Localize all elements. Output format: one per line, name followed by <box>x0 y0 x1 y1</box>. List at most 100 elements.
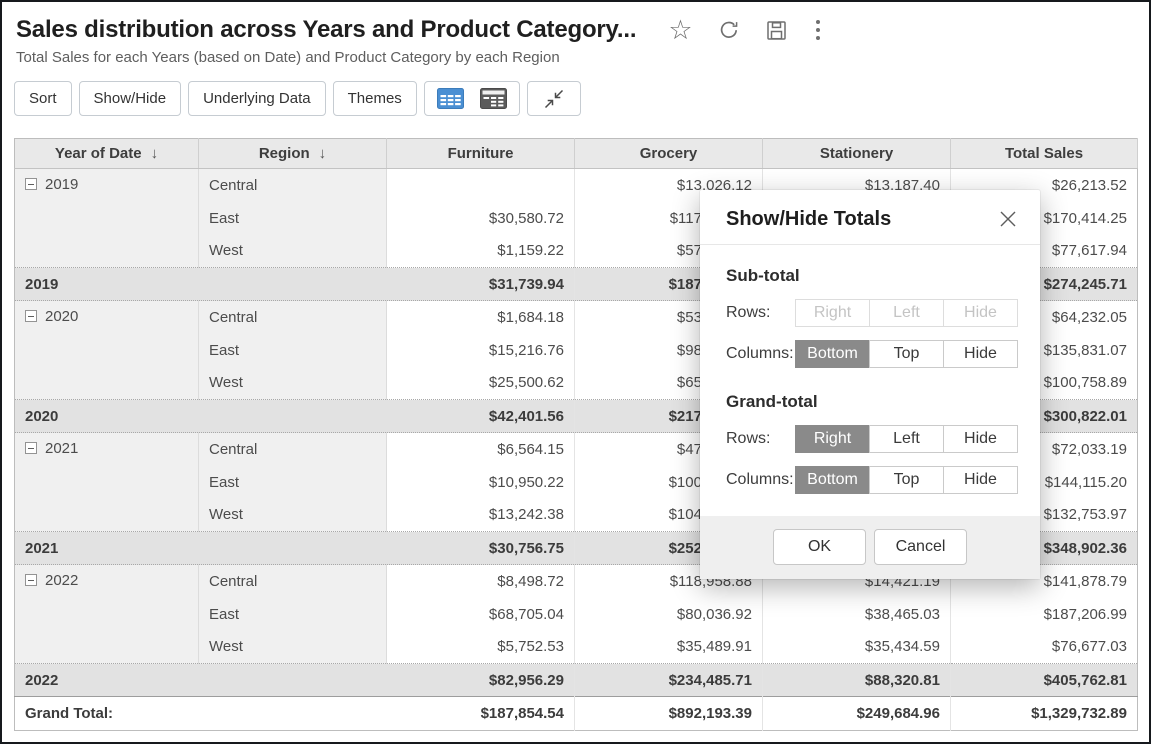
region-cell[interactable]: West <box>199 235 387 268</box>
column-header-furniture[interactable]: Furniture <box>387 139 575 169</box>
year-group-cell[interactable]: 2021 <box>15 433 199 532</box>
themes-button[interactable]: Themes <box>333 81 417 116</box>
show-hide-button[interactable]: Show/Hide <box>79 81 182 116</box>
year-group-cell[interactable]: 2019 <box>15 169 199 268</box>
region-cell[interactable]: East <box>199 598 387 631</box>
subtotal-rows-toggle-group: Right Left Hide <box>795 299 1018 327</box>
year-group-cell[interactable]: 2020 <box>15 301 199 400</box>
region-cell[interactable]: Central <box>199 169 387 202</box>
subtotal-columns-option: Columns: Bottom Top Hide <box>726 340 1018 368</box>
page-title: Sales distribution across Years and Prod… <box>16 16 636 44</box>
region-cell[interactable]: West <box>199 499 387 532</box>
grandtotal-columns-bottom-toggle[interactable]: Bottom <box>795 466 870 494</box>
value-cell[interactable]: $35,434.59 <box>763 631 951 664</box>
subtotal-value-cell[interactable]: $82,956.29 <box>387 664 575 697</box>
toolbar: Sort Show/Hide Underlying Data Themes <box>14 81 1151 116</box>
show-hide-totals-dialog: Show/Hide Totals Sub-total Rows: Right L… <box>700 190 1040 579</box>
grandtotal-rows-left-toggle[interactable]: Left <box>869 425 944 453</box>
region-cell[interactable]: East <box>199 466 387 499</box>
value-cell[interactable] <box>387 169 575 202</box>
subtotal-value-cell[interactable]: $30,756.75 <box>387 532 575 565</box>
region-cell[interactable]: Central <box>199 433 387 466</box>
value-cell[interactable]: $68,705.04 <box>387 598 575 631</box>
value-cell[interactable]: $1,684.18 <box>387 301 575 334</box>
dialog-title: Show/Hide Totals <box>726 208 891 231</box>
region-cell[interactable]: Central <box>199 565 387 598</box>
subtotal-columns-bottom-toggle[interactable]: Bottom <box>795 340 870 368</box>
underlying-data-button[interactable]: Underlying Data <box>188 81 326 116</box>
collapse-group-icon[interactable] <box>25 178 37 190</box>
columns-label: Columns: <box>726 345 795 363</box>
view-switch-group <box>424 81 520 116</box>
value-cell[interactable]: $38,465.03 <box>763 598 951 631</box>
subtotal-value-cell[interactable]: $405,762.81 <box>951 664 1138 697</box>
value-cell[interactable]: $35,489.91 <box>575 631 763 664</box>
column-header-year[interactable]: Year of Date↓ <box>15 139 199 169</box>
subtotal-value-cell[interactable]: $88,320.81 <box>763 664 951 697</box>
cancel-button[interactable]: Cancel <box>874 529 967 565</box>
collapse-group-icon[interactable] <box>25 442 37 454</box>
value-cell[interactable]: $5,752.53 <box>387 631 575 664</box>
value-cell[interactable]: $76,677.03 <box>951 631 1138 664</box>
report-subtitle: Total Sales for each Years (based on Dat… <box>16 49 1151 66</box>
favorite-star-icon[interactable]: ☆ <box>668 17 692 44</box>
subtotal-value-cell[interactable]: $42,401.56 <box>387 400 575 433</box>
subtotal-section-title: Sub-total <box>726 266 1018 286</box>
grandtotal-rows-right-toggle[interactable]: Right <box>795 425 870 453</box>
grand-total-value-cell[interactable]: $249,684.96 <box>763 697 951 731</box>
refresh-icon[interactable] <box>717 18 741 42</box>
region-cell[interactable]: East <box>199 202 387 235</box>
pivot-view-icon[interactable] <box>480 88 507 109</box>
value-cell[interactable]: $80,036.92 <box>575 598 763 631</box>
report-page: Sales distribution across Years and Prod… <box>0 0 1151 744</box>
value-cell[interactable]: $8,498.72 <box>387 565 575 598</box>
close-icon[interactable] <box>996 207 1020 231</box>
subtotal-rows-left-toggle[interactable]: Left <box>869 299 944 327</box>
year-group-cell[interactable]: 2022 <box>15 565 199 664</box>
value-cell[interactable]: $30,580.72 <box>387 202 575 235</box>
subtotal-label-cell: 2022 <box>15 664 199 697</box>
value-cell[interactable]: $13,242.38 <box>387 499 575 532</box>
region-cell[interactable]: Central <box>199 301 387 334</box>
grandtotal-columns-hide-toggle[interactable]: Hide <box>943 466 1018 494</box>
value-cell[interactable]: $25,500.62 <box>387 367 575 400</box>
value-cell[interactable]: $1,159.22 <box>387 235 575 268</box>
ok-button[interactable]: OK <box>773 529 866 565</box>
collapse-group-icon[interactable] <box>25 310 37 322</box>
column-header-region[interactable]: Region↓ <box>199 139 387 169</box>
value-cell[interactable]: $6,564.15 <box>387 433 575 466</box>
subtotal-empty-cell <box>199 532 387 565</box>
column-header-total-sales[interactable]: Total Sales <box>951 139 1138 169</box>
value-cell[interactable]: $15,216.76 <box>387 334 575 367</box>
save-icon[interactable] <box>765 19 788 42</box>
collapse-group-icon[interactable] <box>25 574 37 586</box>
region-cell[interactable]: East <box>199 334 387 367</box>
collapse-arrows-icon <box>542 87 566 111</box>
column-header-grocery[interactable]: Grocery <box>575 139 763 169</box>
value-cell[interactable]: $187,206.99 <box>951 598 1138 631</box>
sort-desc-icon[interactable]: ↓ <box>151 145 159 162</box>
more-options-kebab-icon[interactable] <box>812 18 824 42</box>
subtotal-row: 2022 $82,956.29 $234,485.71 $88,320.81 $… <box>15 664 1138 697</box>
subtotal-columns-toggle-group: Bottom Top Hide <box>795 340 1018 368</box>
region-cell[interactable]: West <box>199 367 387 400</box>
subtotal-columns-hide-toggle[interactable]: Hide <box>943 340 1018 368</box>
sort-button[interactable]: Sort <box>14 81 72 116</box>
grandtotal-columns-top-toggle[interactable]: Top <box>869 466 944 494</box>
grand-total-value-cell[interactable]: $187,854.54 <box>387 697 575 731</box>
region-cell[interactable]: West <box>199 631 387 664</box>
subtotal-rows-right-toggle[interactable]: Right <box>795 299 870 327</box>
subtotal-empty-cell <box>199 664 387 697</box>
collapse-view-button[interactable] <box>527 81 581 116</box>
subtotal-rows-hide-toggle[interactable]: Hide <box>943 299 1018 327</box>
value-cell[interactable]: $10,950.22 <box>387 466 575 499</box>
subtotal-columns-top-toggle[interactable]: Top <box>869 340 944 368</box>
sort-desc-icon[interactable]: ↓ <box>319 145 327 162</box>
table-view-icon[interactable] <box>437 88 464 109</box>
grandtotal-rows-hide-toggle[interactable]: Hide <box>943 425 1018 453</box>
subtotal-value-cell[interactable]: $31,739.94 <box>387 268 575 301</box>
grand-total-value-cell[interactable]: $1,329,732.89 <box>951 697 1138 731</box>
grand-total-value-cell[interactable]: $892,193.39 <box>575 697 763 731</box>
subtotal-value-cell[interactable]: $234,485.71 <box>575 664 763 697</box>
column-header-stationery[interactable]: Stationery <box>763 139 951 169</box>
